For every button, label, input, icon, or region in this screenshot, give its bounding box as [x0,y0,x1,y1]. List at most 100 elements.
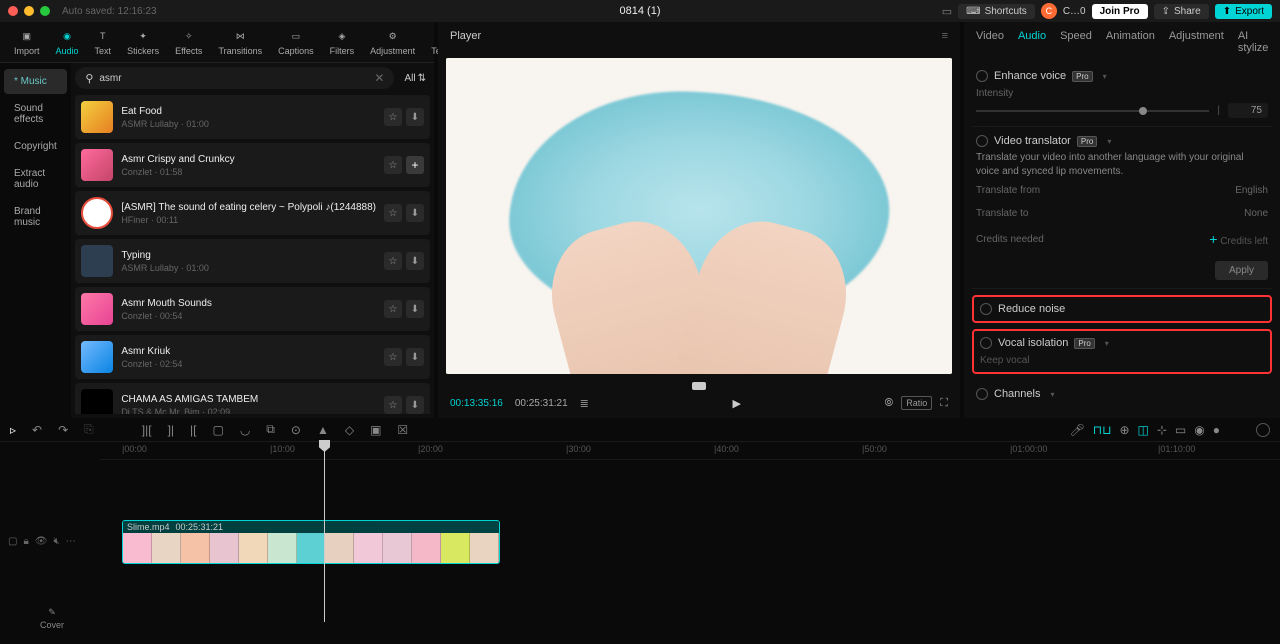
marker-tool[interactable]: ◡ [240,423,250,437]
category-music[interactable]: * Music [4,69,67,94]
track-mute-button[interactable]: 🔇︎ [53,536,59,547]
download-button[interactable]: ⬇ [406,396,424,414]
tab-video[interactable]: Video [976,30,1004,54]
split-tool[interactable]: ]|[ [142,423,152,437]
align-button[interactable]: ⊹ [1157,423,1167,437]
delete-tool[interactable]: ▢ [212,423,223,437]
rotate-tool[interactable]: ◇ [345,423,354,437]
zoom-indicator[interactable] [1256,423,1270,437]
category-extract-audio[interactable]: Extract audio [4,161,67,197]
track-lock-button[interactable]: 🔒︎ [23,536,28,547]
tool-transitions[interactable]: ⋈Transitions [210,26,270,58]
intensity-slider[interactable] [976,110,1209,112]
favorite-button[interactable]: ☆ [384,108,402,126]
tab-audio[interactable]: Audio [1018,30,1046,54]
tab-animation[interactable]: Animation [1106,30,1155,54]
track-button[interactable]: ◉ [1194,423,1204,437]
speed-tool[interactable]: ⊙ [291,423,301,437]
compare-button[interactable]: ≣ [580,397,589,410]
search-box[interactable]: ⚲ ✕ [75,67,394,89]
video-preview[interactable] [446,58,952,374]
ratio-button[interactable]: Ratio [901,396,932,410]
close-window-button[interactable] [8,6,18,16]
intensity-value[interactable]: 75 [1228,103,1268,118]
tool-adjustment[interactable]: ⚙Adjustment [362,26,423,58]
preview-scrubber[interactable] [450,382,948,388]
bullet-button[interactable]: ● [1213,423,1220,437]
cover-button[interactable]: ✎ Cover [12,607,92,630]
share-button[interactable]: ⇪ Share [1154,4,1209,19]
search-clear-button[interactable]: ✕ [374,71,384,85]
audio-item[interactable]: Asmr Crispy and Crunkcy Conzlet · 01:58 … [75,143,430,187]
apply-button[interactable]: Apply [1215,261,1268,280]
snapshot-button[interactable]: ⦾ [884,397,893,410]
link-button[interactable]: ⊕ [1119,423,1129,437]
category-copyright[interactable]: Copyright [4,134,67,159]
channels-toggle[interactable] [976,388,988,400]
add-button[interactable]: + [406,156,424,174]
magnet-button[interactable]: ⊓⊔ [1093,423,1112,437]
tool-import[interactable]: ▣Import [6,26,48,58]
category-brand-music[interactable]: Brand music [4,199,67,235]
redo-button[interactable]: ↷ [58,423,68,437]
snap-button[interactable]: ◫ [1138,423,1149,437]
tab-adjustment[interactable]: Adjustment [1169,30,1224,54]
category-sound-effects[interactable]: Sound effects [4,96,67,132]
export-button[interactable]: ⬆ Export [1215,4,1272,19]
download-button[interactable]: ⬇ [406,108,424,126]
selection-tool[interactable]: ▹ [10,423,16,437]
microphone-button[interactable]: 🎤︎ [1069,423,1084,437]
tool-filters[interactable]: ◈Filters [322,26,363,58]
video-clip[interactable]: Slime.mp4 00:25:31:21 [122,520,500,564]
download-button[interactable]: ⬇ [406,300,424,318]
translate-to-dropdown[interactable]: None [1244,208,1268,219]
reduce-noise-toggle[interactable] [980,303,992,315]
favorite-button[interactable]: ☆ [384,396,402,414]
play-button[interactable]: ▶ [732,397,740,410]
favorite-button[interactable]: ☆ [384,300,402,318]
preview-button[interactable]: ▭ [1175,423,1186,437]
audio-item[interactable]: Eat Food ASMR Lullaby · 01:00 ☆ ⬇ [75,95,430,139]
download-button[interactable]: ⬇ [406,204,424,222]
download-button[interactable]: ⬇ [406,348,424,366]
tool-effects[interactable]: ✧Effects [167,26,210,58]
clipboard-button[interactable]: ⎘ [84,422,94,437]
favorite-button[interactable]: ☆ [384,252,402,270]
audio-item[interactable]: Typing ASMR Lullaby · 01:00 ☆ ⬇ [75,239,430,283]
enhance-voice-toggle[interactable] [976,70,988,82]
vocal-isolation-toggle[interactable] [980,337,992,349]
split-left-tool[interactable]: ]| [168,423,174,437]
undo-button[interactable]: ↶ [32,423,42,437]
audio-item[interactable]: CHAMA AS AMIGAS TAMBEM Dj TS & Mc Mr. Bi… [75,383,430,414]
chevron-down-icon[interactable]: ▾ [1107,137,1111,146]
minimize-window-button[interactable] [24,6,34,16]
tab-speed[interactable]: Speed [1060,30,1092,54]
translate-from-dropdown[interactable]: English [1235,185,1268,196]
chevron-down-icon[interactable]: ▾ [1050,390,1054,399]
favorite-button[interactable]: ☆ [384,204,402,222]
track-more-button[interactable]: ⋯ [66,536,76,547]
split-right-tool[interactable]: |[ [190,423,196,437]
layout-icon[interactable]: ▭ [942,5,952,18]
favorite-button[interactable]: ☆ [384,348,402,366]
tab-ai-stylize[interactable]: AI stylize [1238,30,1269,54]
tool-captions[interactable]: ▭Captions [270,26,322,58]
tool-text[interactable]: TText [87,26,120,58]
favorite-button[interactable]: ☆ [384,156,402,174]
search-filter-all[interactable]: All ⇅ [400,73,430,84]
timeline-ruler[interactable]: |00:00|10:00|20:00|30:00|40:00|50:00|01:… [100,442,1280,460]
download-button[interactable]: ⬇ [406,252,424,270]
screenshot-tool[interactable]: ☒ [397,423,408,437]
player-menu-button[interactable]: ≡ [942,30,948,42]
duplicate-tool[interactable]: ⧉ [266,422,275,437]
maximize-window-button[interactable] [40,6,50,16]
audio-item[interactable]: [ASMR] The sound of eating celery ~ Poly… [75,191,430,235]
user-avatar[interactable]: C [1041,3,1057,19]
mirror-tool[interactable]: ▲ [317,423,329,437]
fullscreen-button[interactable]: ⛶ [940,397,948,410]
audio-item[interactable]: Asmr Kriuk Conzlet · 02:54 ☆ ⬇ [75,335,430,379]
tool-audio[interactable]: ◉Audio [48,26,87,58]
crop-tool[interactable]: ▣ [370,423,381,437]
chevron-down-icon[interactable]: ▾ [1103,72,1107,81]
track-visibility-button[interactable]: 👁︎ [35,536,48,547]
